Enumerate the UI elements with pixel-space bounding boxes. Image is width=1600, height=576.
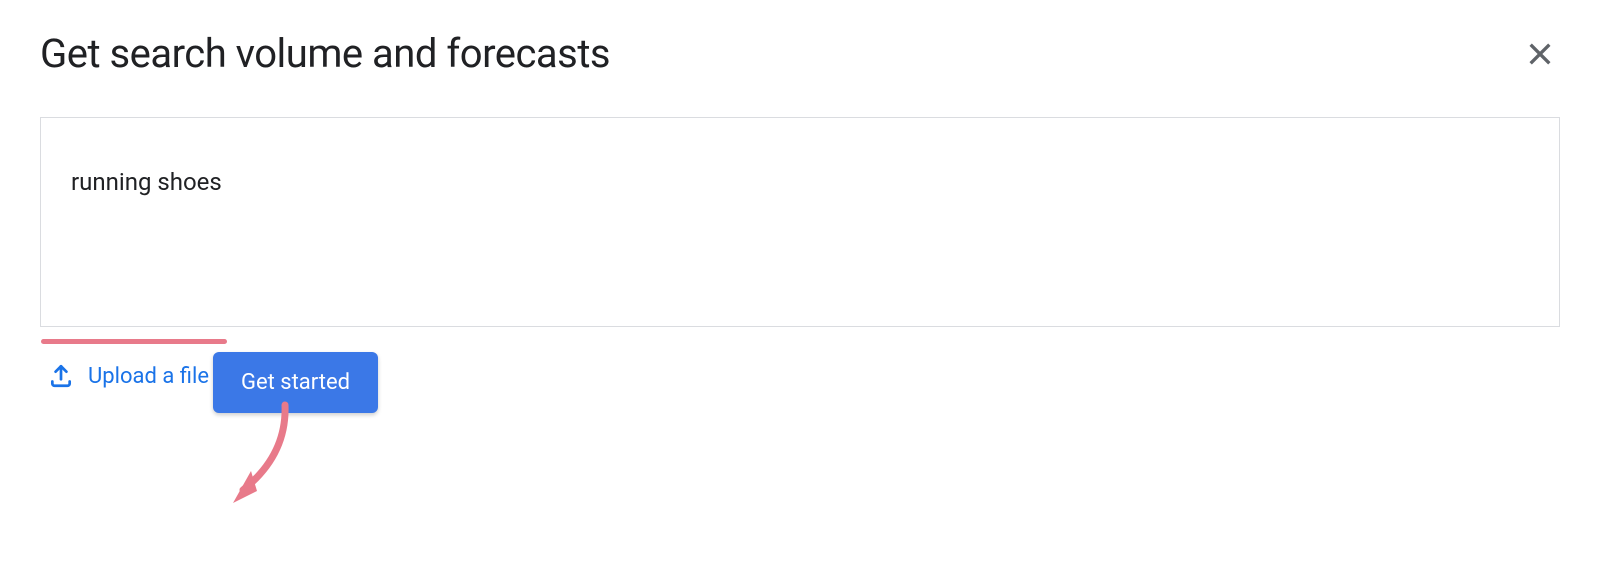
- dialog-header: Get search volume and forecasts: [40, 30, 1560, 77]
- upload-icon: [48, 363, 74, 389]
- upload-file-link[interactable]: Upload a file: [40, 363, 209, 389]
- dialog-title: Get search volume and forecasts: [40, 30, 610, 77]
- get-started-button[interactable]: Get started: [213, 352, 378, 413]
- close-button[interactable]: [1520, 34, 1560, 74]
- annotation-underline: [41, 339, 227, 344]
- close-icon: [1524, 38, 1556, 70]
- keywords-input[interactable]: running shoes: [40, 117, 1560, 327]
- annotation-arrow: [215, 395, 315, 515]
- keywords-input-text: running shoes: [71, 168, 222, 196]
- upload-file-label: Upload a file: [88, 364, 209, 389]
